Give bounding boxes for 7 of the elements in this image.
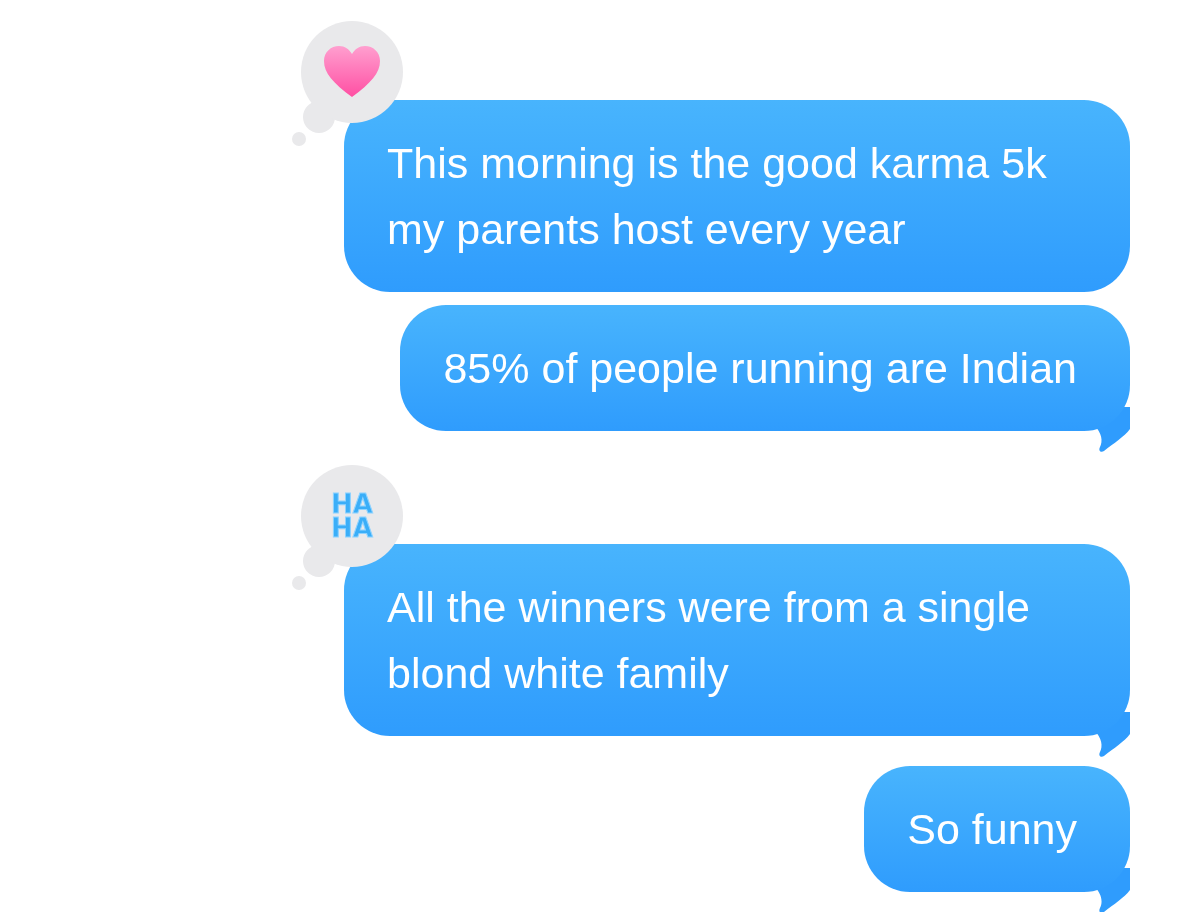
reaction-badge[interactable]: HA HA	[301, 465, 403, 567]
message-bubble: All the winners were from a single blond white family	[344, 544, 1130, 736]
message-bubble: This morning is the good karma 5k my parents host every year	[344, 100, 1130, 292]
haha-label: HA HA	[331, 492, 373, 540]
heart-icon	[323, 46, 381, 98]
message-bubble: So funny	[864, 766, 1130, 892]
message-bubble: 85% of people running are Indian	[400, 305, 1130, 431]
